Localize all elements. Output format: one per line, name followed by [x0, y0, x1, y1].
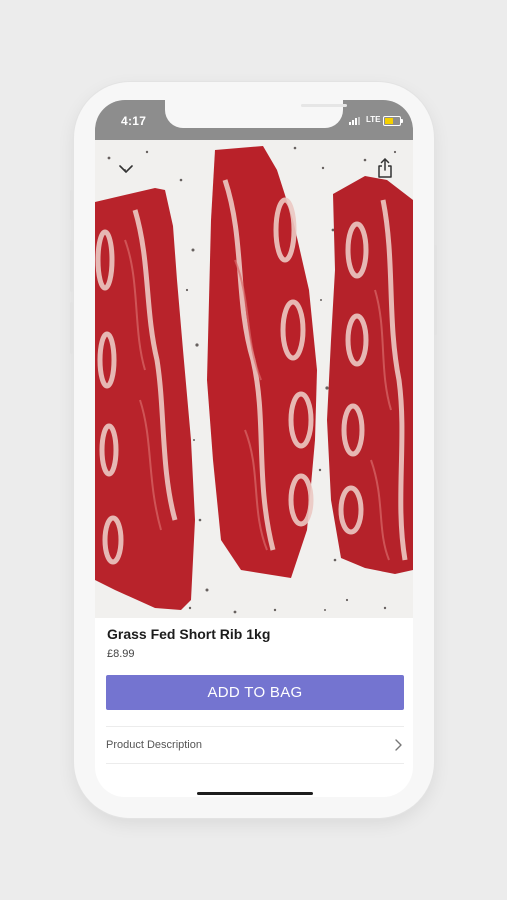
phone-notch	[165, 100, 347, 128]
battery-icon	[383, 116, 403, 126]
speaker-grille	[301, 104, 347, 107]
product-price: £8.99	[107, 648, 135, 660]
share-icon[interactable]	[377, 157, 393, 179]
stage: 4:17 LTE Grass Fed Short Rib 1kg £8.99 A…	[0, 0, 507, 900]
phone-volume-down	[70, 302, 73, 354]
phone-screen: 4:17 LTE Grass Fed Short Rib 1kg £8.99 A…	[95, 100, 413, 797]
chevron-right-icon	[395, 739, 402, 751]
add-to-bag-button[interactable]: ADD TO BAG	[106, 675, 404, 710]
status-time: 4:17	[121, 114, 147, 128]
signal-icon	[349, 117, 363, 125]
battery-level	[385, 118, 393, 124]
product-title: Grass Fed Short Rib 1kg	[107, 626, 271, 642]
product-description-row[interactable]: Product Description	[106, 727, 404, 763]
home-indicator[interactable]	[197, 792, 313, 795]
phone-mute-switch	[70, 190, 73, 220]
phone-power-button	[434, 245, 437, 335]
chevron-down-icon[interactable]	[118, 163, 134, 175]
product-image	[95, 140, 413, 618]
product-description-label: Product Description	[106, 739, 202, 751]
phone-volume-up	[70, 240, 73, 292]
divider	[106, 763, 404, 764]
network-type: LTE	[366, 115, 381, 124]
